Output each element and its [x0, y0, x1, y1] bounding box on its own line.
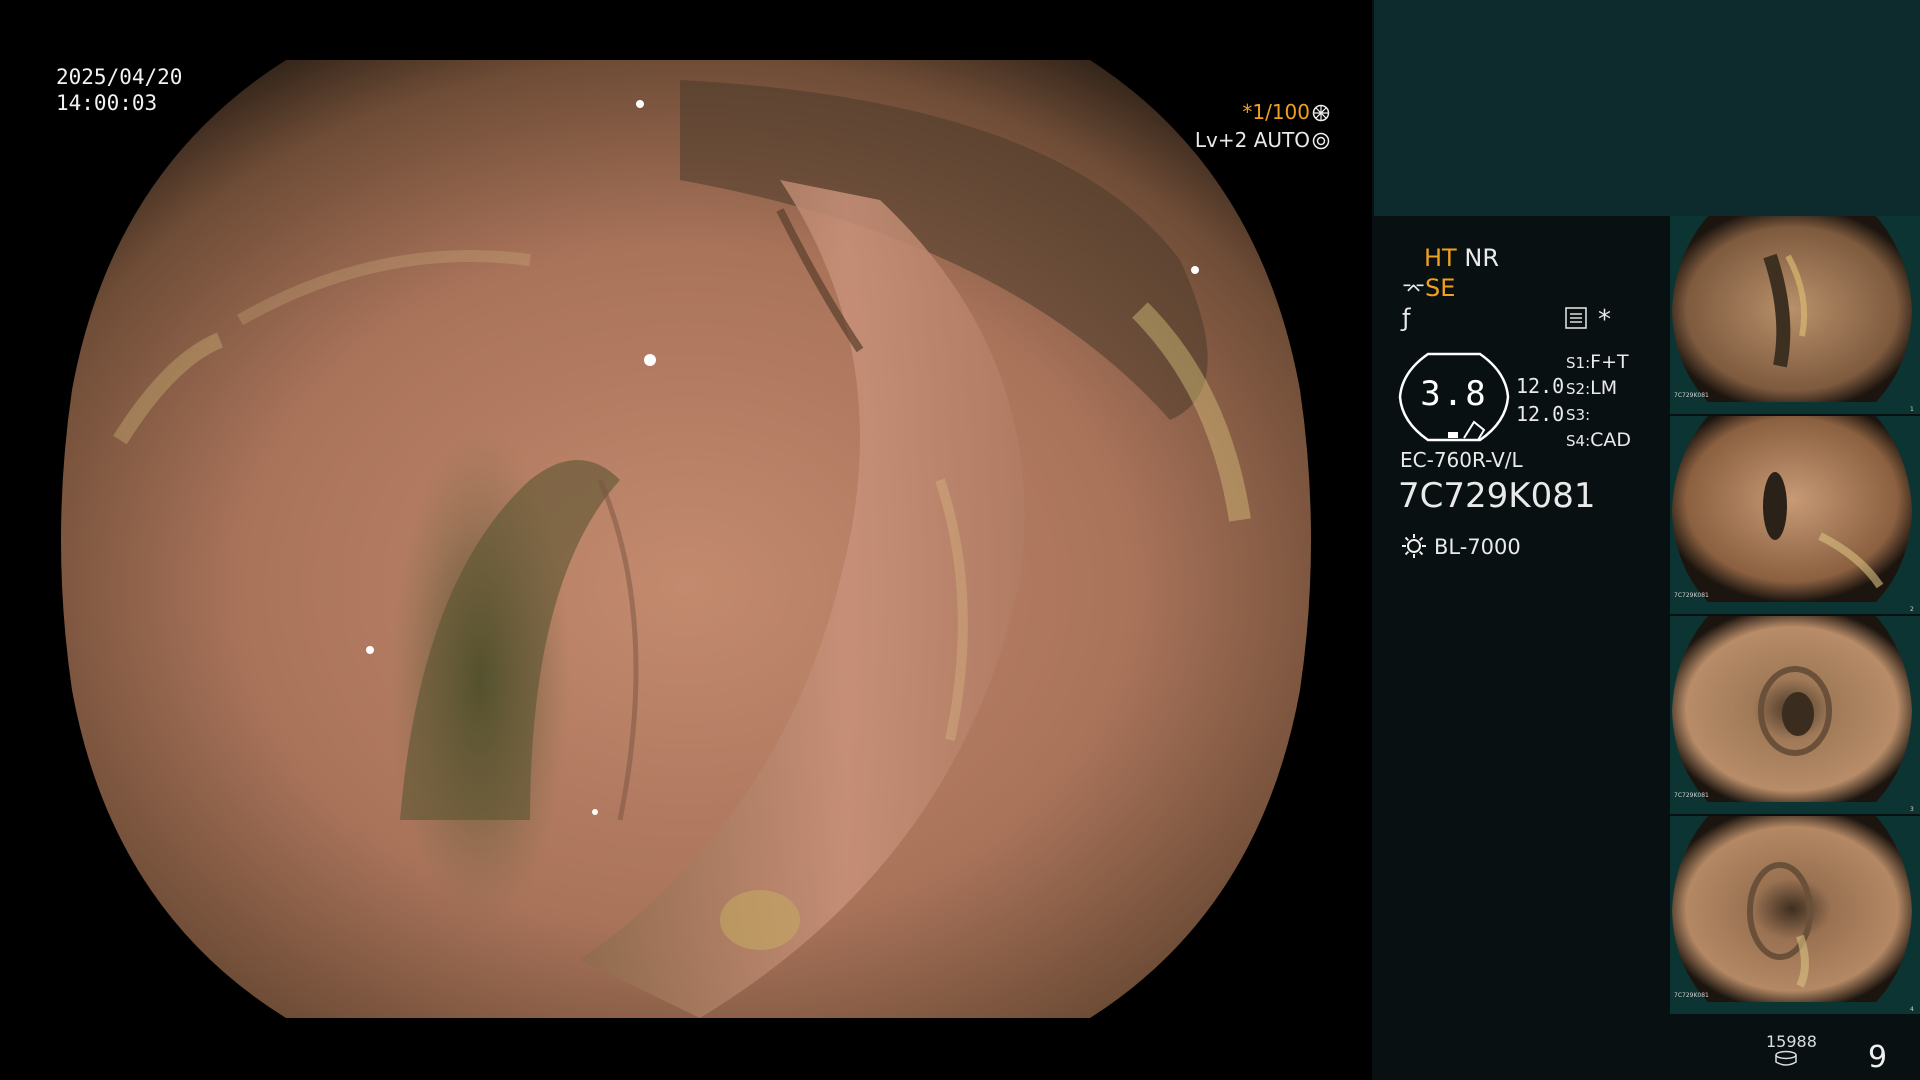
capture-thumbnail[interactable]: 7C729K081 2: [1670, 416, 1920, 614]
s2-label: S2: [1566, 380, 1586, 398]
capture-thumbnail[interactable]: 7C729K081 1: [1670, 216, 1920, 414]
datetime-display: 2025/04/20 14:00:03: [56, 64, 182, 116]
s1-value: F+T: [1590, 351, 1629, 373]
info-panel: HT NR ⌤SE ƒ * 3.8 12.0 12.0 S1:F+T S2:LM…: [1372, 0, 1920, 1080]
switch-settings: S1:F+T S2:LM S3: S4:CAD: [1566, 351, 1632, 451]
nr-label: NR: [1464, 244, 1499, 272]
iris-icon: [1312, 132, 1330, 150]
thumbnail-serial: 7C729K081: [1674, 592, 1709, 599]
s2-value: LM: [1590, 377, 1618, 399]
thumbnail-image: [1672, 416, 1912, 602]
se-label: SE: [1425, 274, 1456, 302]
panel-header-area: [1374, 0, 1920, 216]
image-counter: 15988: [1766, 1032, 1817, 1051]
disk-icon: [1775, 1050, 1797, 1066]
level-values: 12.0 12.0: [1516, 372, 1564, 428]
thumbnail-image: [1672, 616, 1912, 802]
scope-serial: 7C729K081: [1398, 476, 1596, 516]
thumbnail-serial: 7C729K081: [1674, 792, 1709, 799]
endoscope-image: [61, 60, 1311, 1018]
freeze-icon: ƒ: [1402, 304, 1411, 332]
s4-value: CAD: [1590, 429, 1632, 451]
enhancement-row: HT NR: [1424, 244, 1499, 272]
shutter-icon: [1312, 104, 1330, 122]
s4-label: S4: [1566, 432, 1586, 450]
se-row: ⌤SE: [1402, 274, 1455, 302]
thumbnail-serial: 7C729K081: [1674, 992, 1709, 999]
iris-label: Lv+2 AUTO: [1194, 128, 1310, 152]
thumbnail-index: 1: [1910, 406, 1914, 413]
enhance-icon: ⌤: [1402, 277, 1426, 301]
main-endoscope-view: 2025/04/20 14:00:03 *1/100 Lv+2 AUTO: [0, 0, 1372, 1080]
ht-label: HT: [1424, 244, 1457, 272]
level-top: 12.0: [1516, 374, 1565, 398]
thumbnail-image: [1672, 816, 1912, 1002]
star-icon: *: [1598, 305, 1611, 335]
thumbnail-serial: 7C729K081: [1674, 392, 1709, 399]
s3-label: S3: [1566, 406, 1586, 424]
light-source-icon: [1402, 534, 1426, 558]
page-number: 9: [1868, 1040, 1888, 1075]
level-bottom: 12.0: [1516, 402, 1565, 426]
shutter-label: *1/100: [1242, 100, 1310, 124]
exposure-info: *1/100 Lv+2 AUTO: [1195, 98, 1330, 154]
light-source-row: BL-7000: [1400, 532, 1521, 560]
date-label: 2025/04/20: [56, 65, 183, 89]
s1-label: S1: [1566, 354, 1586, 372]
menu-icon: [1565, 307, 1587, 329]
time-label: 14:00:03: [56, 91, 158, 115]
scope-model: EC-760R-V/L: [1400, 448, 1523, 472]
thumbnail-index: 2: [1910, 606, 1914, 613]
thumbnail-image: [1672, 216, 1912, 402]
thumbnail-index: 4: [1910, 1006, 1914, 1013]
light-source-label: BL-7000: [1434, 535, 1521, 559]
capture-thumbnail[interactable]: 7C729K081 3: [1670, 616, 1920, 814]
thumbnail-index: 3: [1910, 806, 1914, 813]
capture-thumbnail[interactable]: 7C729K081 4: [1670, 816, 1920, 1014]
zoom-value: 3.8: [1420, 374, 1488, 414]
